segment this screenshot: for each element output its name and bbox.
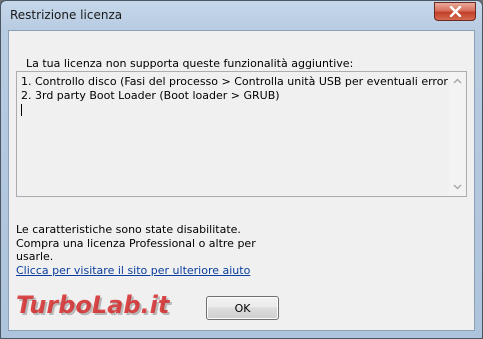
info-line: usarle. — [16, 250, 54, 263]
help-link[interactable]: Clicca per visitare il sito per ulterior… — [16, 264, 250, 277]
close-button[interactable] — [434, 2, 476, 21]
intro-text: La tua licenza non supporta queste funzi… — [26, 57, 354, 70]
feature-line: 1. Controllo disco (Fasi del processo > … — [21, 75, 456, 88]
title-bar[interactable]: Restrizione licenza — [1, 1, 482, 31]
text-caret — [21, 104, 22, 116]
features-textbox[interactable]: 1. Controllo disco (Fasi del processo > … — [16, 71, 467, 197]
ok-button[interactable]: OK — [206, 296, 279, 320]
watermark-logo-icon: TurboLab.it TurboLab.it — [16, 291, 173, 321]
info-line: Compra una licenza Professional o altre … — [16, 236, 256, 250]
info-line: Le caratteristiche sono state disabilita… — [16, 223, 241, 236]
window-title: Restrizione licenza — [10, 8, 123, 22]
svg-text:TurboLab.it: TurboLab.it — [16, 291, 171, 319]
turbolab-watermark-logo: TurboLab.it TurboLab.it — [14, 287, 182, 325]
close-icon — [449, 6, 462, 17]
scroll-up-arrow-icon[interactable] — [453, 78, 462, 84]
dialog-body: La tua licenza non supporta queste funzi… — [8, 30, 475, 331]
license-restriction-window: Restrizione licenza La tua licenza non s… — [0, 0, 483, 339]
info-text: Le caratteristiche sono state disabilita… — [16, 223, 256, 264]
scroll-down-arrow-icon[interactable] — [453, 184, 462, 190]
feature-line: 2. 3rd party Boot Loader (Boot loader > … — [21, 89, 280, 102]
features-list: 1. Controllo disco (Fasi del processo > … — [21, 75, 455, 103]
vertical-scrollbar[interactable] — [449, 72, 466, 196]
